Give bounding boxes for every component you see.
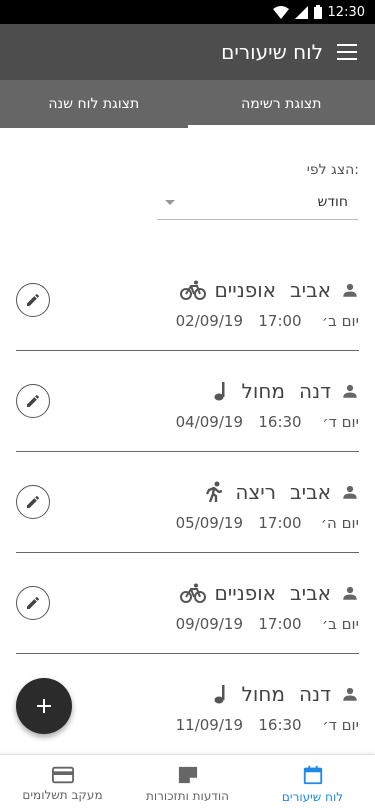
add-lesson-button[interactable] [16,678,72,734]
person-icon [343,586,357,600]
edit-lesson-button[interactable] [16,586,50,620]
activity-name: מחול [241,682,285,706]
lesson-time: 17:00 [258,514,302,532]
person-icon [343,384,357,398]
battery-icon [313,5,322,19]
list-item: אביב ריצה יום ה׳ 17:00 05/09/19 [16,452,359,553]
activity-name: ריצה [235,480,277,504]
lesson-date: 02/09/19 [175,312,243,330]
nav-item-payments[interactable]: מעקב תשלומים [0,755,125,812]
lesson-date: 09/09/19 [175,615,243,633]
edit-lesson-button[interactable] [16,283,50,317]
status-time: 12:30 [327,4,365,20]
edit-lesson-button[interactable] [16,384,50,418]
nav-item-messages[interactable]: הודעות ותזכורות [125,755,250,812]
filter-value: חודש [317,194,348,210]
activity-name: אופניים [214,278,277,302]
wifi-icon [272,5,289,19]
edit-lesson-button[interactable] [16,485,50,519]
nav-label: לוח שיעורים [281,789,344,804]
bike-icon [180,279,207,301]
lesson-date: 05/09/19 [175,514,243,532]
lessons-list: אביב אופניים יום ב׳ 17:00 02/09/19 דנה מ… [16,250,359,755]
plus-icon [37,699,51,713]
bottom-nav: לוח שיעורים הודעות ותזכורות מעקב תשלומים [0,754,375,812]
pencil-icon [27,597,39,609]
list-item: אביב אופניים יום ב׳ 17:00 09/09/19 [16,553,359,654]
activity-name: מחול [241,379,285,403]
page-title: לוח שיעורים [221,40,323,64]
teacher-name: אביב [290,581,331,605]
bike-icon [180,582,207,604]
lesson-day: יום ד׳ [322,716,359,734]
app-bar: לוח שיעורים [0,24,375,80]
lesson-time: 17:00 [258,312,302,330]
list-item: אביב אופניים יום ב׳ 17:00 02/09/19 [16,250,359,351]
lesson-time: 16:30 [258,716,302,734]
lesson-day: יום ב׳ [321,312,359,330]
filter-dropdown[interactable]: חודש [157,188,358,220]
pencil-icon [27,294,39,306]
running-icon [201,481,227,503]
list-item: דנה מחול יום ד׳ 16:30 04/09/19 [16,351,359,452]
music-note-icon [208,683,234,705]
lesson-day: יום ב׳ [321,615,359,633]
person-icon [343,283,357,297]
teacher-name: דנה [299,682,331,706]
caret-down-icon [165,200,175,205]
calendar-icon [303,765,322,784]
view-tabs: תצוגת רשימה תצוגת לוח שנה [0,80,375,128]
tab-calendar-view[interactable]: תצוגת לוח שנה [0,80,188,128]
tab-list-view[interactable]: תצוגת רשימה [187,80,375,128]
lesson-time: 16:30 [258,413,302,431]
nav-label: מעקב תשלומים [22,787,103,802]
lesson-day: יום ד׳ [322,413,359,431]
lesson-date: 11/09/19 [175,716,243,734]
lesson-day: יום ה׳ [320,514,359,532]
credit-card-icon [51,766,74,783]
status-bar: 12:30 [0,0,375,24]
teacher-name: אביב [290,278,331,302]
signal-icon [294,5,308,19]
lesson-date: 04/09/19 [175,413,243,431]
person-icon [343,687,357,701]
menu-icon[interactable] [337,44,357,60]
person-icon [343,485,357,499]
teacher-name: אביב [290,480,331,504]
nav-label: הודעות ותזכורות [146,788,229,803]
teacher-name: דנה [299,379,331,403]
pencil-icon [27,496,39,508]
lesson-time: 17:00 [258,615,302,633]
note-icon [178,766,197,783]
music-note-icon [208,380,234,402]
pencil-icon [27,395,39,407]
filter-label: הצג לפי: [306,162,359,178]
activity-name: אופניים [214,581,277,605]
nav-item-schedule[interactable]: לוח שיעורים [250,755,375,812]
